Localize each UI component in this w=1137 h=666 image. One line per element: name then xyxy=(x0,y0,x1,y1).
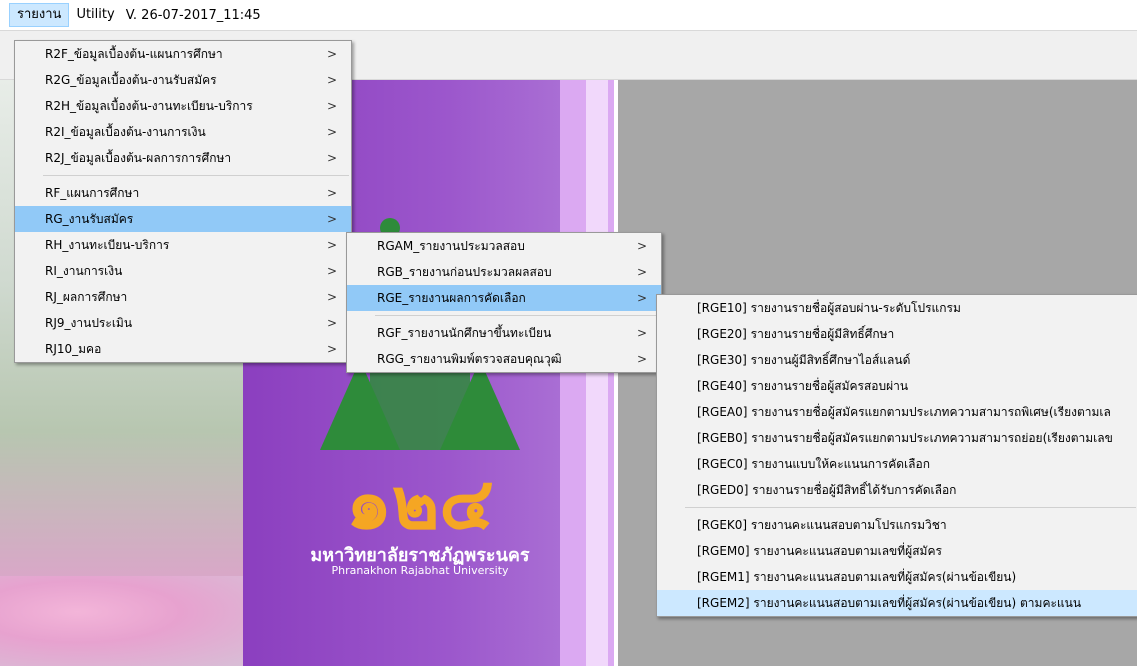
chevron-right-icon: > xyxy=(326,316,337,330)
menu-item-rged0[interactable]: [RGED0] รายงานรายชื่อผู้มีสิทธิ์ได้รับกา… xyxy=(657,477,1137,503)
menu-item-rgek0[interactable]: [RGEK0] รายงานคะแนนสอบตามโปรแกรมวิชา xyxy=(657,512,1137,538)
logo-name-english: Phranakhon Rajabhat University xyxy=(331,564,509,577)
menu-item-rj[interactable]: RJ_ผลการศึกษา > xyxy=(15,284,351,310)
menu-item-rj10[interactable]: RJ10_มคอ > xyxy=(15,336,351,362)
menu-item-rgem0[interactable]: [RGEM0] รายงานคะแนนสอบตามเลขที่ผู้สมัคร xyxy=(657,538,1137,564)
menu-item-r2i[interactable]: R2I_ข้อมูลเบื้องต้น-งานการเงิน > xyxy=(15,119,351,145)
menu-item-rj9[interactable]: RJ9_งานประเมิน > xyxy=(15,310,351,336)
menu-item-rge[interactable]: RGE_รายงานผลการคัดเลือก > xyxy=(347,285,661,311)
chevron-right-icon: > xyxy=(636,265,647,279)
menu-item-rgeb0[interactable]: [RGEB0] รายงานรายชื่อผู้สมัครแยกตามประเภ… xyxy=(657,425,1137,451)
menu-item-rg[interactable]: RG_งานรับสมัคร > xyxy=(15,206,351,232)
chevron-right-icon: > xyxy=(636,352,647,366)
menu-item-rge40[interactable]: [RGE40] รายงานรายชื่อผู้สมัครสอบผ่าน xyxy=(657,373,1137,399)
menu-item-rh[interactable]: RH_งานทะเบียน-บริการ > xyxy=(15,232,351,258)
report-menu: R2F_ข้อมูลเบื้องต้น-แผนการศึกษา > R2G_ข้อ… xyxy=(14,40,352,363)
menu-item-rgam[interactable]: RGAM_รายงานประมวลสอบ > xyxy=(347,233,661,259)
rg-submenu: RGAM_รายงานประมวลสอบ > RGB_รายงานก่อนประม… xyxy=(346,232,662,373)
menu-bar: รายงาน Utility V. 26-07-2017_11:45 xyxy=(0,0,1137,31)
menu-item-rge30[interactable]: [RGE30] รายงานผู้มีสิทธิ์ศึกษาไอส์แลนด์ xyxy=(657,347,1137,373)
chevron-right-icon: > xyxy=(326,151,337,165)
menu-separator xyxy=(375,315,659,316)
menu-item-rge10[interactable]: [RGE10] รายงานรายชื่อผู้สอบผ่าน-ระดับโปร… xyxy=(657,295,1137,321)
chevron-right-icon: > xyxy=(326,47,337,61)
menu-item-rgec0[interactable]: [RGEC0] รายงานแบบให้คะแนนการคัดเลือก xyxy=(657,451,1137,477)
menu-item-rgg[interactable]: RGG_รายงานพิมพ์ตรวจสอบคุณวุฒิ > xyxy=(347,346,661,372)
menu-item-rge20[interactable]: [RGE20] รายงานรายชื่อผู้มีสิทธิ์ศึกษา xyxy=(657,321,1137,347)
menu-item-rgf[interactable]: RGF_รายงานนักศึกษาขึ้นทะเบียน > xyxy=(347,320,661,346)
menu-item-rgem1[interactable]: [RGEM1] รายงานคะแนนสอบตามเลขที่ผู้สมัคร(… xyxy=(657,564,1137,590)
chevron-right-icon: > xyxy=(326,186,337,200)
menu-item-r2g[interactable]: R2G_ข้อมูลเบื้องต้น-งานรับสมัคร > xyxy=(15,67,351,93)
menu-item-r2h[interactable]: R2H_ข้อมูลเบื้องต้น-งานทะเบียน-บริการ > xyxy=(15,93,351,119)
chevron-right-icon: > xyxy=(326,73,337,87)
chevron-right-icon: > xyxy=(326,238,337,252)
menu-report[interactable]: รายงาน xyxy=(9,3,70,27)
version-label: V. 26-07-2017_11:45 xyxy=(125,7,261,23)
menu-separator xyxy=(685,507,1136,508)
menu-item-rgem2[interactable]: [RGEM2] รายงานคะแนนสอบตามเลขที่ผู้สมัคร(… xyxy=(657,590,1137,616)
chevron-right-icon: > xyxy=(326,99,337,113)
menu-item-ri[interactable]: RI_งานการเงิน > xyxy=(15,258,351,284)
chevron-right-icon: > xyxy=(326,264,337,278)
menu-separator xyxy=(43,175,349,176)
chevron-right-icon: > xyxy=(636,239,647,253)
chevron-right-icon: > xyxy=(636,291,647,305)
menu-item-rgea0[interactable]: [RGEA0] รายงานรายชื่อผู้สมัครแยกตามประเภ… xyxy=(657,399,1137,425)
chevron-right-icon: > xyxy=(326,342,337,356)
menu-item-rgb[interactable]: RGB_รายงานก่อนประมวลผลสอบ > xyxy=(347,259,661,285)
chevron-right-icon: > xyxy=(326,290,337,304)
menu-utility[interactable]: Utility xyxy=(69,4,121,26)
chevron-right-icon: > xyxy=(326,212,337,226)
chevron-right-icon: > xyxy=(326,125,337,139)
rge-submenu: [RGE10] รายงานรายชื่อผู้สอบผ่าน-ระดับโปร… xyxy=(656,294,1137,617)
menu-item-r2f[interactable]: R2F_ข้อมูลเบื้องต้น-แผนการศึกษา > xyxy=(15,41,351,67)
menu-item-r2j[interactable]: R2J_ข้อมูลเบื้องต้น-ผลการการศึกษา > xyxy=(15,145,351,171)
menu-item-rf[interactable]: RF_แผนการศึกษา > xyxy=(15,180,351,206)
chevron-right-icon: > xyxy=(636,326,647,340)
